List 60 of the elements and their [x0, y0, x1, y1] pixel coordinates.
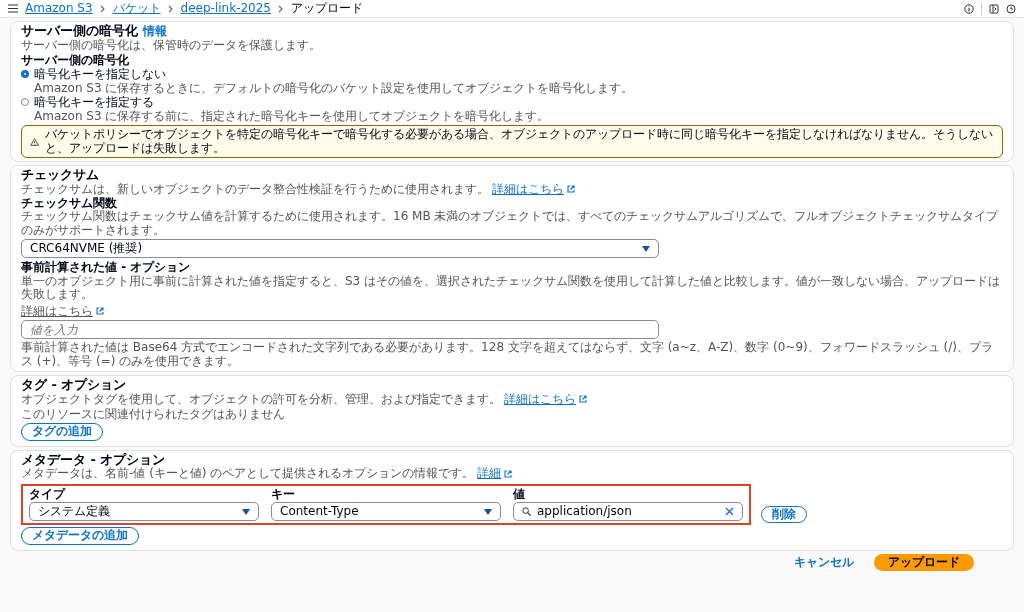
section-description: チェックサムは、新しいオブジェクトのデータ整合性検証を行うために使用されます。	[21, 182, 489, 197]
warning-text: バケットポリシーでオブジェクトを特定の暗号化キーで暗号化する必要がある場合、オブジェクトのアップロード時に同じ暗号化キーを指定しなければなりません。そうしないと、アップロードは失敗します。	[45, 128, 994, 156]
external-link-icon	[96, 307, 104, 316]
field-help: 単一のオブジェクト用に事前に計算された値を指定すると、S3 はその値を、選択されたチェックサム関数を使用して計算した値と比較します。値が一致しない場合、アップロードは失敗します。	[21, 274, 1002, 302]
type-select[interactable]: システム定義	[29, 502, 259, 522]
caret-icon	[484, 508, 492, 515]
column-label: タイプ	[29, 487, 67, 502]
clear-icon[interactable]	[725, 507, 734, 517]
learn-more-link[interactable]: 詳細はこちら	[21, 304, 93, 319]
field-help: チェックサム関数はチェックサム値を計算するために使用されます。16 MB 未満のオブジェクトでは、すべてのチェックサムアルゴリズムで、フルオブジェクトチェックサムタイプのみがサポートされます。	[21, 210, 1000, 238]
value-field[interactable]: application/json	[513, 502, 743, 522]
field-label: サーバー側の暗号化	[21, 54, 129, 68]
section-title: メタデータ - オプション	[21, 452, 166, 467]
section-description: サーバー側の暗号化は、保管時のデータを保護します。	[21, 38, 321, 52]
learn-more-link[interactable]: 詳細はこちら	[492, 182, 564, 197]
section-description: メタデータは、名前-値 (キーと値) のペアとして提供されるオプションの情報です。	[21, 467, 475, 481]
menu-icon[interactable]	[8, 4, 18, 13]
section-title: タグ - オプション	[21, 377, 127, 393]
remove-button[interactable]: 削除	[761, 505, 807, 524]
radio-label[interactable]: 暗号化キーを指定する	[34, 96, 550, 110]
chevron-icon	[99, 4, 106, 13]
search-icon	[522, 507, 531, 517]
chevron-icon	[167, 4, 174, 13]
section-title: チェックサム	[21, 168, 99, 183]
radio-label[interactable]: 暗号化キーを指定しない	[34, 68, 634, 82]
radio-button[interactable]	[21, 70, 29, 79]
breadcrumb-current: アップロード	[291, 1, 363, 16]
empty-message: このリソースに関連付けられたタグはありません	[21, 407, 285, 422]
external-link-icon	[579, 395, 587, 404]
add-tag-button[interactable]: タグの追加	[21, 423, 103, 441]
section-description: オブジェクトタグを使用して、オブジェクトの許可を分析、管理、および指定できます。	[21, 392, 501, 406]
upload-button[interactable]: アップロード	[874, 553, 974, 572]
caret-icon	[242, 508, 250, 515]
radio-description: Amazon S3 に保存するときに、デフォルトの暗号化のバケット設定を使用してオブジェクトを暗号化します。	[34, 81, 634, 96]
panel-icon[interactable]	[989, 3, 999, 14]
breadcrumb-link[interactable]: Amazon S3	[25, 1, 93, 16]
section-title: サーバー側の暗号化	[21, 24, 138, 39]
checksum-select[interactable]: CRC64NVME (推奨)	[21, 239, 659, 259]
learn-more-link[interactable]: 詳細	[477, 467, 502, 481]
caret-icon	[642, 245, 650, 252]
radio-description: Amazon S3 に保存する前に、指定された暗号化キーを使用してオブジェクトを暗号化します。	[34, 109, 550, 124]
field-note: 事前計算された値は Base64 方式でエンコードされた文字列である必要があります。128 文字を超えてはならず、文字 (a~z、A-Z)、数字 (0~9)、フォワードスラッシュ (/)、プラス (+)、等号 (=) のみを使用できます。	[21, 341, 994, 368]
value-input[interactable]: 値を入力	[21, 320, 659, 340]
key-select[interactable]: Content-Type	[271, 502, 501, 522]
add-metadata-button[interactable]: メタデータの追加	[21, 527, 139, 545]
breadcrumb-link[interactable]: deep-link-2025	[180, 1, 271, 16]
field-label: 事前計算された値 - オプション	[21, 261, 191, 275]
column-label: キー	[271, 487, 296, 502]
external-link-icon	[567, 185, 575, 194]
field-label: チェックサム関数	[21, 197, 117, 211]
clock-icon[interactable]	[1006, 3, 1016, 14]
warning-icon	[30, 136, 40, 147]
external-link-icon	[504, 470, 513, 479]
info-icon[interactable]	[964, 3, 974, 14]
breadcrumb-link[interactable]: バケット	[112, 1, 161, 16]
chevron-icon	[278, 4, 284, 13]
cancel-button[interactable]: キャンセル	[788, 553, 860, 572]
column-label: 値	[513, 487, 526, 502]
learn-more-link[interactable]: 詳細はこちら	[504, 392, 576, 406]
info-link[interactable]: 情報	[143, 25, 167, 39]
